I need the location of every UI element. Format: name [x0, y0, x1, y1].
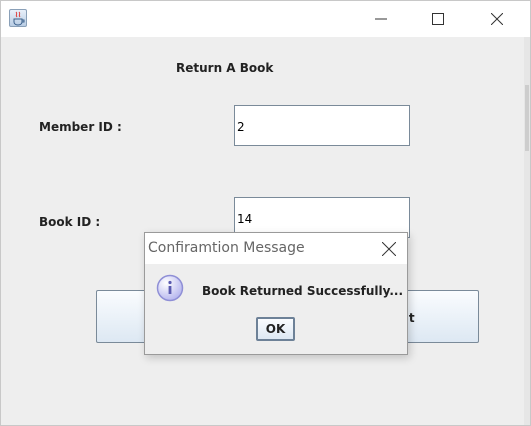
maximize-icon [432, 13, 444, 25]
book-id-label: Book ID : [39, 215, 101, 229]
scrollbar-thumb[interactable] [525, 85, 529, 151]
dialog-message: Book Returned Successfully... [202, 284, 404, 298]
window-titlebar [1, 1, 530, 37]
member-id-field[interactable]: 2 [234, 105, 410, 146]
info-icon [156, 274, 184, 302]
maximize-button[interactable] [415, 1, 461, 37]
ok-button[interactable]: OK [256, 317, 295, 341]
close-button[interactable] [474, 1, 520, 37]
form-panel: Return A Book Member ID : 2 Book ID : 14… [1, 37, 530, 425]
close-icon [491, 13, 503, 25]
java-coffee-cup-icon [9, 9, 27, 27]
close-icon [382, 242, 396, 256]
minimize-button[interactable] [358, 1, 404, 37]
dialog-close-button[interactable] [370, 233, 407, 264]
dialog-title: Confiramtion Message [148, 240, 305, 256]
page-title: Return A Book [176, 61, 274, 75]
minimize-icon [375, 18, 387, 20]
return-book-window: Return A Book Member ID : 2 Book ID : 14… [0, 0, 531, 426]
member-id-label: Member ID : [39, 120, 122, 134]
confirmation-dialog: Confiramtion Message Book Returned Succe… [144, 232, 408, 355]
dialog-titlebar: Confiramtion Message [145, 233, 407, 264]
